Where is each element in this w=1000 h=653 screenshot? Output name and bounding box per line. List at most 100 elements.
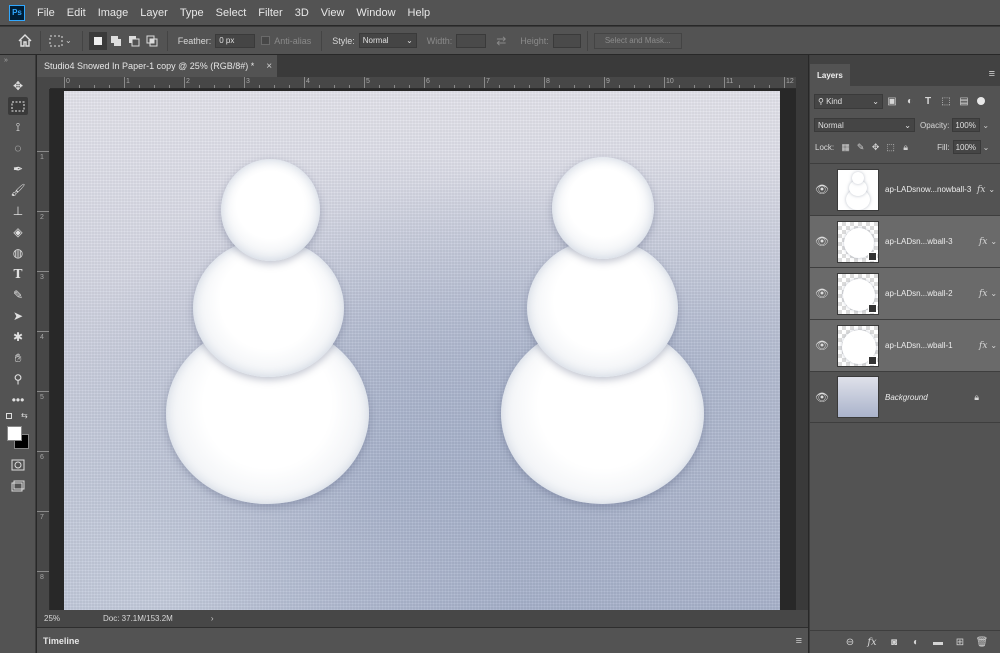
adjustment-filter-icon[interactable]: ◐ bbox=[901, 96, 919, 107]
photoshop-logo[interactable]: Ps bbox=[9, 4, 25, 21]
shape-filter-icon[interactable]: ⬚ bbox=[937, 96, 955, 107]
lock-image-icon[interactable]: ✎ bbox=[853, 142, 868, 153]
eye-icon[interactable]: 👁︎ bbox=[810, 339, 834, 352]
eye-icon[interactable]: 👁︎ bbox=[810, 287, 834, 300]
lock-icon[interactable]: 🔒︎ bbox=[974, 392, 979, 403]
lock-artboard-icon[interactable]: ⬚ bbox=[883, 142, 898, 153]
smart-object-filter-icon[interactable]: ▤ bbox=[955, 96, 973, 107]
foreground-color-swatch[interactable] bbox=[7, 426, 22, 441]
type-filter-icon[interactable]: T bbox=[919, 96, 937, 107]
layer-row[interactable]: 👁︎ ap-LADsn...wball-1 fx ⌄ bbox=[810, 319, 1000, 371]
type-tool-icon[interactable]: T bbox=[8, 265, 28, 283]
paint-bucket-tool-icon[interactable]: ◍ bbox=[8, 244, 28, 262]
height-input[interactable] bbox=[552, 33, 581, 48]
chevron-down-icon[interactable]: ⌄ bbox=[983, 143, 990, 152]
document-canvas[interactable] bbox=[64, 91, 780, 610]
eye-icon[interactable]: 👁︎ bbox=[810, 183, 834, 196]
new-selection-icon[interactable] bbox=[88, 31, 107, 50]
panel-menu-icon[interactable]: ≡ bbox=[796, 635, 802, 647]
menu-file[interactable]: File bbox=[31, 7, 61, 19]
chevron-down-icon[interactable]: ⌄ bbox=[990, 341, 997, 350]
eyedropper-tool-icon[interactable]: ✒ bbox=[8, 160, 28, 178]
layers-tab[interactable]: Layers bbox=[810, 64, 850, 86]
menu-filter[interactable]: Filter bbox=[252, 7, 288, 19]
lock-transparent-icon[interactable]: ▦ bbox=[838, 142, 853, 153]
pen-tool-icon[interactable]: ✎ bbox=[8, 286, 28, 304]
chevron-down-icon[interactable]: ⌄ bbox=[982, 121, 989, 130]
menu-type[interactable]: Type bbox=[174, 7, 210, 19]
fx-icon[interactable]: fx bbox=[979, 237, 987, 247]
adjustment-layer-icon[interactable]: ◐ bbox=[905, 637, 927, 648]
chevron-down-icon[interactable]: ⌄ bbox=[988, 185, 995, 194]
kind-filter-select[interactable]: ⚲ Kind ⌄ bbox=[814, 93, 883, 109]
lasso-tool-icon[interactable]: ⟟ bbox=[8, 118, 28, 136]
stamp-tool-icon[interactable]: ⊥ bbox=[8, 202, 28, 220]
fill-input[interactable]: 100% bbox=[952, 140, 981, 154]
close-icon[interactable]: × bbox=[266, 61, 272, 72]
intersect-selection-icon[interactable] bbox=[143, 32, 161, 50]
fx-icon[interactable]: fx bbox=[977, 185, 985, 195]
zoom-tool-icon[interactable]: ⚲ bbox=[8, 370, 28, 388]
width-input[interactable] bbox=[456, 33, 487, 48]
swap-colors-icon[interactable]: ⇆ bbox=[21, 411, 28, 420]
menu-3d[interactable]: 3D bbox=[289, 7, 315, 19]
hand-tool-icon[interactable]: ✋︎ bbox=[8, 349, 28, 367]
layer-row[interactable]: 👁︎ ap-LADsnow...nowball-3 fx ⌄ bbox=[810, 163, 1000, 215]
lock-position-icon[interactable]: ✥ bbox=[868, 142, 883, 153]
menu-image[interactable]: Image bbox=[92, 7, 135, 19]
select-and-mask-button[interactable]: Select and Mask... bbox=[593, 32, 682, 49]
brush-tool-icon[interactable]: 🖌︎ bbox=[8, 181, 28, 199]
panel-menu-icon[interactable]: ≡ bbox=[989, 68, 995, 80]
menu-edit[interactable]: Edit bbox=[61, 7, 92, 19]
layer-row[interactable]: 👁︎ ap-LADsn...wball-2 fx ⌄ bbox=[810, 267, 1000, 319]
new-layer-icon[interactable]: ⊞ bbox=[949, 637, 971, 648]
link-layers-icon[interactable]: ⊖ bbox=[839, 637, 861, 648]
panel-collapse-strip[interactable] bbox=[810, 55, 1000, 64]
menu-help[interactable]: Help bbox=[402, 7, 437, 19]
opacity-input[interactable]: 100% bbox=[952, 118, 981, 132]
marquee-tool-icon[interactable] bbox=[8, 97, 28, 115]
menu-view[interactable]: View bbox=[315, 7, 351, 19]
vertical-scrollbar[interactable] bbox=[796, 77, 808, 610]
chevron-down-icon[interactable]: ⌄ bbox=[990, 237, 997, 246]
layer-row[interactable]: 👁︎ Background 🔒︎ bbox=[810, 371, 1000, 423]
default-colors-icon[interactable] bbox=[6, 413, 12, 419]
marquee-preset-icon[interactable] bbox=[47, 32, 65, 50]
screen-mode-icon[interactable] bbox=[8, 477, 28, 495]
collapse-icon[interactable]: » bbox=[4, 57, 8, 64]
chevron-right-icon[interactable]: › bbox=[211, 614, 214, 623]
path-selection-tool-icon[interactable]: ➤ bbox=[8, 307, 28, 325]
menu-layer[interactable]: Layer bbox=[134, 7, 174, 19]
layer-row[interactable]: 👁︎ ap-LADsn...wball-3 fx ⌄ bbox=[810, 215, 1000, 267]
antialias-checkbox[interactable] bbox=[261, 36, 271, 45]
feather-input[interactable]: 0 px bbox=[215, 33, 256, 48]
add-selection-icon[interactable] bbox=[107, 32, 125, 50]
zoom-level[interactable]: 25% bbox=[44, 614, 89, 623]
fx-icon[interactable]: fx bbox=[979, 289, 987, 299]
custom-shape-tool-icon[interactable]: ✱ bbox=[8, 328, 28, 346]
new-group-icon[interactable]: ▬ bbox=[927, 637, 949, 648]
chevron-down-icon[interactable]: ⌄ bbox=[990, 289, 997, 298]
swap-icon[interactable]: ⇄ bbox=[492, 32, 510, 50]
fx-icon[interactable]: fx bbox=[979, 341, 987, 351]
eye-icon[interactable]: 👁︎ bbox=[810, 235, 834, 248]
eraser-tool-icon[interactable]: ◈ bbox=[8, 223, 28, 241]
blend-mode-select[interactable]: Normal ⌄ bbox=[814, 118, 915, 132]
subtract-selection-icon[interactable] bbox=[125, 32, 143, 50]
trash-icon[interactable]: 🗑︎ bbox=[971, 637, 993, 648]
more-tools-icon[interactable]: ••• bbox=[8, 391, 28, 409]
move-tool-icon[interactable]: ✥ bbox=[8, 77, 28, 95]
fx-icon[interactable]: fx bbox=[861, 637, 883, 648]
add-mask-icon[interactable]: ◙ bbox=[883, 637, 905, 648]
menu-window[interactable]: Window bbox=[350, 7, 401, 19]
timeline-tab[interactable]: Timeline bbox=[37, 630, 86, 651]
quick-mask-icon[interactable] bbox=[8, 456, 28, 474]
chevron-down-icon[interactable]: ⌄ bbox=[65, 36, 72, 45]
home-icon[interactable] bbox=[16, 32, 34, 50]
pixel-filter-icon[interactable]: ▣ bbox=[883, 96, 901, 107]
style-select[interactable]: Normal ⌄ bbox=[358, 33, 417, 48]
menu-select[interactable]: Select bbox=[210, 7, 253, 19]
lock-all-icon[interactable]: 🔒︎ bbox=[898, 142, 913, 153]
document-tab[interactable]: Studio4 Snowed In Paper-1 copy @ 25% (RG… bbox=[37, 55, 277, 77]
quick-selection-tool-icon[interactable]: ◌ bbox=[8, 139, 28, 157]
